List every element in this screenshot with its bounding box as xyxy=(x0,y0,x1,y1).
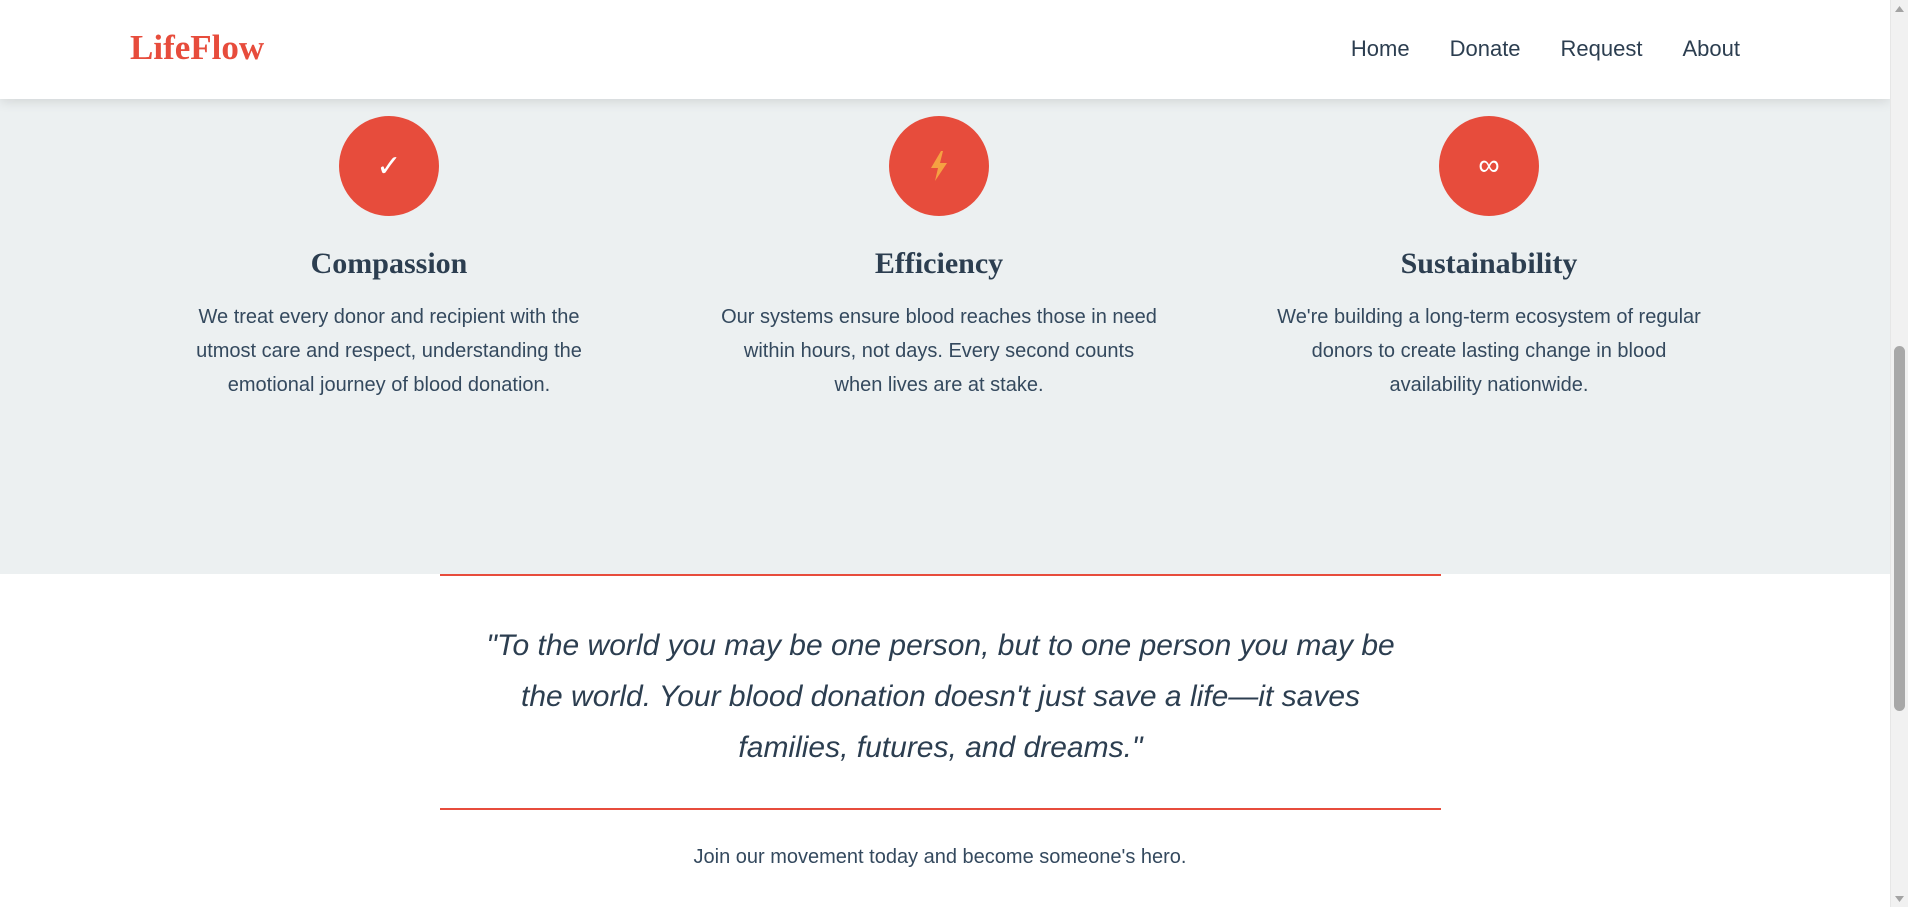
page: LifeFlow Home Donate Request About ✓ Com… xyxy=(0,0,1908,907)
lightning-icon xyxy=(889,116,989,216)
value-title: Sustainability xyxy=(1400,247,1578,280)
value-description: We treat every donor and recipient with … xyxy=(196,306,582,396)
checkmark-icon: ✓ xyxy=(339,116,439,216)
lightning-bolt-shape xyxy=(931,151,947,181)
scroll-up-arrow-icon[interactable] xyxy=(1891,0,1908,17)
value-description: Our systems ensure blood reaches those i… xyxy=(721,306,1157,396)
site-header: LifeFlow Home Donate Request About xyxy=(0,0,1890,99)
quote-box: "To the world you may be one person, but… xyxy=(440,574,1441,810)
value-description: We're building a long-term ecosystem of … xyxy=(1277,306,1701,396)
scroll-down-arrow-icon[interactable] xyxy=(1891,890,1908,907)
nav-home-link[interactable]: Home xyxy=(1351,35,1410,63)
nav-donate-link[interactable]: Donate xyxy=(1450,35,1521,63)
logo[interactable]: LifeFlow xyxy=(130,26,264,70)
vertical-scrollbar[interactable] xyxy=(1890,0,1908,907)
value-title: Efficiency xyxy=(874,247,1004,280)
main-nav: Home Donate Request About xyxy=(1351,35,1740,63)
infinity-icon: ∞ xyxy=(1439,116,1539,216)
quote-section: "To the world you may be one person, but… xyxy=(0,574,1890,907)
cta-text: Join our movement today and become someo… xyxy=(693,846,1187,868)
nav-request-link[interactable]: Request xyxy=(1561,35,1643,63)
value-card-efficiency: Efficiency Our systems ensure blood reac… xyxy=(709,116,1169,402)
quote-text: "To the world you may be one person, but… xyxy=(486,629,1395,764)
value-title: Compassion xyxy=(310,247,468,280)
value-card-compassion: ✓ Compassion We treat every donor and re… xyxy=(159,116,619,402)
nav-about-link[interactable]: About xyxy=(1683,35,1741,63)
values-section: ✓ Compassion We treat every donor and re… xyxy=(0,99,1890,574)
scrollbar-thumb[interactable] xyxy=(1894,346,1905,711)
value-card-sustainability: ∞ Sustainability We're building a long-t… xyxy=(1259,116,1719,402)
